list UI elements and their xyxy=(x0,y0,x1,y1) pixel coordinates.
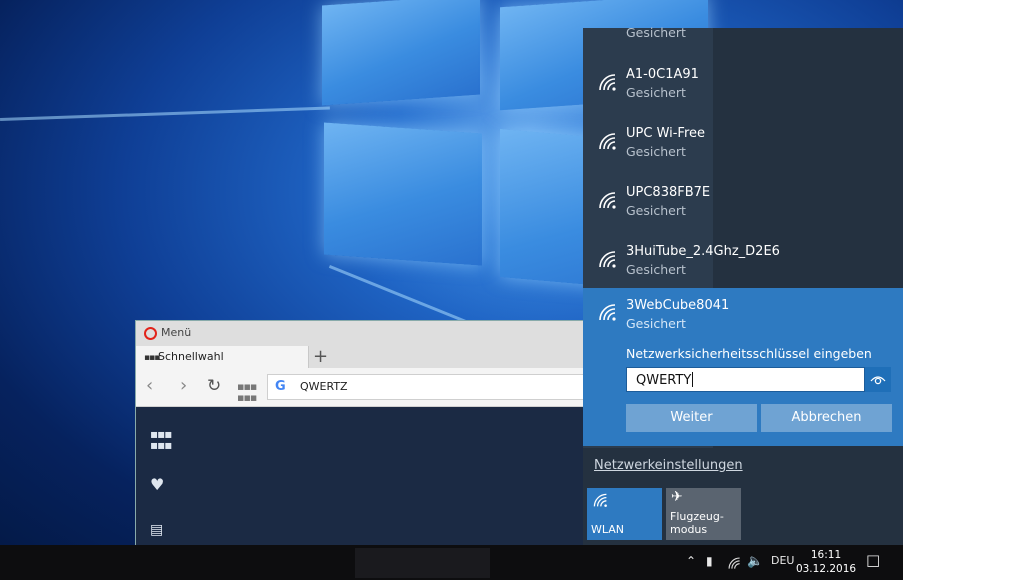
wifi-icon xyxy=(599,304,616,321)
browser-tab-strip: ▪▪▪ Schnellwahl + xyxy=(136,346,584,368)
network-status: Gesichert xyxy=(626,25,686,40)
tile-label: WLAN xyxy=(591,523,625,536)
network-item[interactable]: UPC Wi-Free Gesichert xyxy=(583,117,903,175)
reload-icon[interactable]: ↻ xyxy=(207,375,221,397)
sidebar-news-icon[interactable]: ▤ xyxy=(150,522,163,538)
network-status: Gesichert xyxy=(626,85,686,100)
reveal-password-button[interactable] xyxy=(865,367,891,392)
input-language-indicator[interactable]: DEU xyxy=(771,554,794,567)
wifi-icon xyxy=(599,133,616,150)
sidebar-speed-dial-icon[interactable]: ▪▪▪ ▪▪▪ xyxy=(150,428,172,451)
network-name: UPC Wi-Free xyxy=(626,126,706,141)
wallpaper-window-pane xyxy=(324,122,482,266)
network-item[interactable]: A1-0C1A91 Gesichert xyxy=(583,58,903,116)
taskbar-app-button[interactable] xyxy=(355,548,490,578)
forward-arrow-icon[interactable]: › xyxy=(180,375,187,397)
clock-date: 03.12.2016 xyxy=(795,563,857,575)
network-item[interactable]: UPC838FB7E Gesichert xyxy=(583,176,903,234)
security-key-input[interactable]: QWERTY xyxy=(626,367,865,392)
network-tray-icon[interactable] xyxy=(727,556,741,570)
show-hidden-icons-chevron-up-icon[interactable]: ⌃ xyxy=(686,554,696,568)
address-input[interactable]: QWERTZ xyxy=(300,380,348,393)
network-status: Gesichert xyxy=(626,144,686,159)
airplane-mode-tile[interactable]: ✈ Flugzeug- modus xyxy=(666,488,741,540)
network-settings-link[interactable]: Netzwerkeinstellungen xyxy=(594,458,743,473)
opera-browser-window[interactable]: Menü ▪▪▪ Schnellwahl + ‹ › ↻ ▪▪▪ ▪▪▪ G QW… xyxy=(135,320,589,547)
opera-menu-button[interactable]: Menü xyxy=(161,326,191,339)
next-button[interactable]: Weiter xyxy=(626,404,757,432)
browser-toolbar: ‹ › ↻ ▪▪▪ ▪▪▪ G QWERTZ xyxy=(136,368,589,407)
google-icon: G xyxy=(275,379,286,394)
wifi-icon xyxy=(599,192,616,209)
battery-icon[interactable]: ▮ xyxy=(706,554,713,568)
network-name: A1-0C1A91 xyxy=(626,67,699,82)
speed-dial-icon[interactable]: ▪▪▪ ▪▪▪ xyxy=(237,381,257,403)
opera-logo-icon[interactable] xyxy=(144,327,157,340)
network-item-selected[interactable]: 3WebCube8041 Gesichert Netzwerksicherhei… xyxy=(583,288,903,446)
eye-icon xyxy=(870,376,886,385)
wifi-toggle-tile[interactable]: WLAN xyxy=(587,488,662,540)
clock-time: 16:11 xyxy=(810,549,842,561)
tab-speed-dial[interactable]: ▪▪▪ Schnellwahl xyxy=(136,346,309,368)
text-caret xyxy=(692,372,694,387)
wifi-icon xyxy=(599,251,616,268)
wifi-icon xyxy=(593,493,607,507)
network-status: Gesichert xyxy=(626,203,686,218)
security-key-prompt: Netzwerksicherheitsschlüssel eingeben xyxy=(626,346,872,361)
new-tab-button[interactable]: + xyxy=(313,346,328,368)
action-center-notifications-icon[interactable]: □ xyxy=(866,551,880,569)
blank-margin xyxy=(903,0,1024,580)
wifi-icon xyxy=(599,74,616,91)
network-name: UPC838FB7E xyxy=(626,185,711,200)
network-name: 3HuiTube_2.4Ghz_D2E6 xyxy=(626,244,780,259)
network-status: Gesichert xyxy=(626,316,686,331)
address-bar[interactable]: G QWERTZ xyxy=(267,374,589,400)
sidebar-bookmarks-heart-icon[interactable]: ♥ xyxy=(150,475,164,494)
wallpaper-window-pane xyxy=(322,0,480,106)
browser-title-bar[interactable]: Menü xyxy=(136,321,584,346)
network-status: Gesichert xyxy=(626,262,686,277)
security-key-value: QWERTY xyxy=(636,373,692,388)
speaker-volume-icon[interactable]: 🔈 xyxy=(747,554,763,569)
network-name: 3WebCube8041 xyxy=(626,298,730,313)
airplane-icon: ✈ xyxy=(671,489,683,505)
cancel-button[interactable]: Abbrechen xyxy=(761,404,892,432)
network-item[interactable]: 3HuiTube_2.4Ghz_D2E6 Gesichert xyxy=(583,235,903,293)
clock[interactable]: 16:11 03.12.2016 xyxy=(795,548,857,576)
wallpaper-light-beam xyxy=(0,106,330,121)
tile-label: Flugzeug- modus xyxy=(670,510,724,536)
tab-label: Schnellwahl xyxy=(158,350,224,363)
network-flyout: Gesichert A1-0C1A91 Gesichert UPC Wi-Fre… xyxy=(583,25,903,545)
back-arrow-icon[interactable]: ‹ xyxy=(146,375,153,397)
taskbar: ⌃ ▮ 🔈 DEU 16:11 03.12.2016 □ xyxy=(0,545,903,580)
